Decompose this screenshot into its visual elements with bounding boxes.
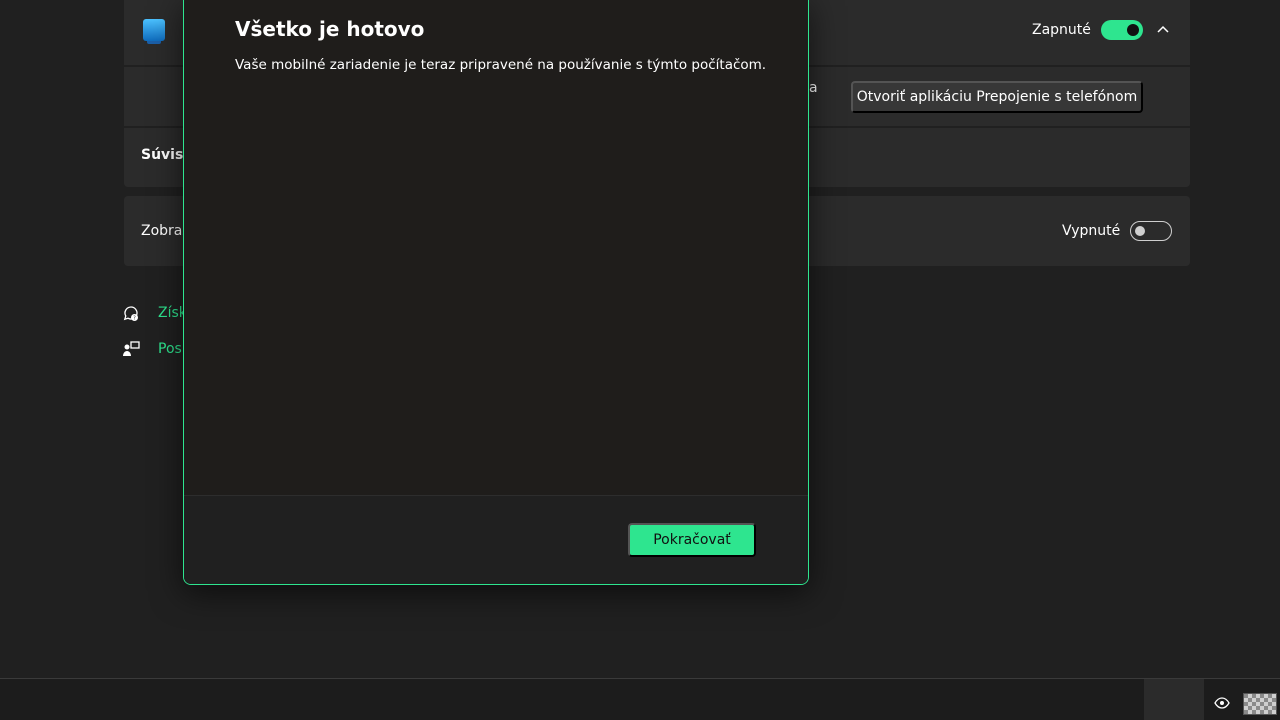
taskbar (0, 678, 1280, 720)
dialog-message: Vaše mobilné zariadenie je teraz priprav… (235, 57, 767, 73)
window-thumbnail[interactable] (1243, 693, 1277, 715)
continue-button[interactable]: Pokračovať (628, 523, 756, 557)
subrow-text-fragment: a (809, 80, 818, 96)
phone-link-app-icon (143, 19, 165, 44)
dialog-title: Všetko je hotovo (235, 17, 425, 41)
phone-link-toggle[interactable] (1101, 20, 1143, 40)
svg-text:?: ? (133, 316, 136, 322)
open-phone-link-button[interactable]: Otvoriť aplikáciu Prepojenie s telefónom (851, 81, 1143, 113)
chevron-up-icon[interactable] (1157, 24, 1169, 36)
give-feedback-link[interactable]: Pos (158, 341, 182, 357)
taskbar-tray-area (1144, 679, 1204, 720)
dialog-footer: Pokračovať (184, 495, 808, 584)
get-help-icon: ? (123, 306, 138, 322)
eye-icon[interactable] (1214, 697, 1230, 709)
setup-complete-dialog: Všetko je hotovo Vaše mobilné zariadenie… (183, 0, 809, 585)
show-setting-toggle-label: Vypnuté (1062, 223, 1121, 239)
show-setting-toggle[interactable] (1130, 221, 1172, 241)
give-feedback-icon (123, 341, 140, 356)
phone-link-toggle-label: Zapnuté (1032, 22, 1091, 38)
